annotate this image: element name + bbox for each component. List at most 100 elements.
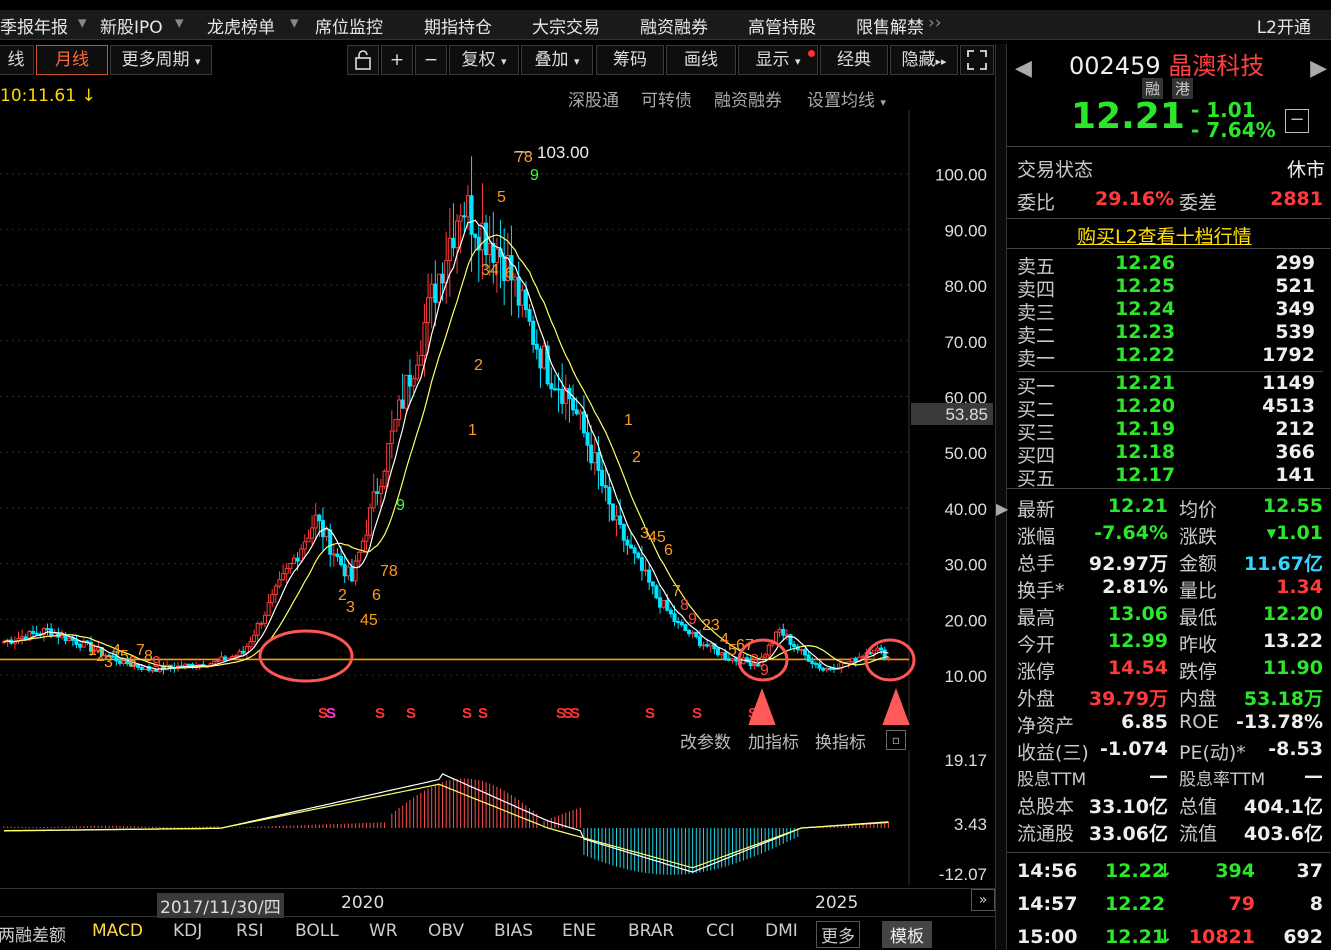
candle: [817, 661, 822, 672]
level-label: 买五: [1017, 468, 1056, 490]
candle: [415, 351, 420, 382]
stat-row: 今开 12.99 昨收 13.22: [1007, 630, 1331, 656]
candle: [563, 374, 568, 420]
zoom-in-button[interactable]: +: [381, 45, 413, 75]
candle: [534, 329, 539, 360]
menu-dragon-tiger[interactable]: 龙虎榜单: [207, 13, 275, 38]
tab-ene[interactable]: ENE: [562, 921, 596, 941]
macd-chart[interactable]: 19.17 3.43 -12.07: [0, 750, 1000, 885]
td-digit: 78: [380, 563, 398, 580]
candle: [9, 636, 14, 645]
stat-label: 涨跌: [1179, 526, 1218, 548]
menu-exec-holdings[interactable]: 高管持股: [748, 13, 816, 38]
tick-count: 692: [1283, 926, 1323, 948]
display-dropdown[interactable]: 显示 ▾: [738, 45, 818, 75]
cursor-date-label: 2017/11/30/四: [157, 893, 284, 918]
arrow-down-icon: ↓: [1157, 926, 1173, 948]
chips-button[interactable]: 筹码: [596, 45, 664, 75]
bid-level[interactable]: 买五 12.17 141: [1007, 464, 1331, 490]
menu-seat-monitor[interactable]: 席位监控: [315, 13, 383, 38]
stat-value: 33.06亿: [1088, 823, 1168, 845]
candle: [74, 634, 79, 649]
price-tick-label: 10.00: [944, 667, 987, 686]
panel-splitter[interactable]: ▶: [995, 44, 1008, 950]
menu-block-trade[interactable]: 大宗交易: [532, 13, 600, 38]
tab-cci[interactable]: CCI: [706, 921, 735, 941]
zoom-out-button[interactable]: −: [415, 45, 447, 75]
level-price: 12.24: [1115, 298, 1176, 320]
td-digit: 1: [468, 422, 477, 439]
candle: [647, 563, 652, 591]
tab-more[interactable]: 更多: [816, 921, 860, 948]
candle: [462, 201, 467, 233]
menu-unlock[interactable]: 限售解禁: [856, 13, 924, 38]
period-line-button[interactable]: 线: [0, 45, 34, 75]
td-digit: 9: [760, 662, 769, 679]
stat-label: 换手*: [1017, 580, 1065, 602]
chart-toolbar: 线 月线 更多周期 ▾ + − 复权 ▾ 叠加 ▾ 筹码 画线 显示 ▾ 经典 …: [0, 44, 1000, 78]
tab-kdj[interactable]: KDJ: [173, 921, 202, 941]
tab-macd[interactable]: MACD: [92, 921, 143, 941]
candles-group: [2, 156, 891, 675]
menu-margin[interactable]: 融资融券: [640, 13, 708, 38]
candle: [527, 303, 532, 327]
menu-quarterly[interactable]: 季报年报: [0, 13, 68, 38]
template-button[interactable]: 模板: [882, 921, 932, 948]
tab-dmi[interactable]: DMI: [765, 921, 798, 941]
tab-rsi[interactable]: RSI: [236, 921, 264, 941]
adjust-dropdown[interactable]: 复权 ▾: [449, 45, 519, 75]
prev-stock-arrow-icon[interactable]: ◀: [1015, 56, 1032, 81]
stat-value: 11.67亿: [1243, 553, 1323, 575]
candle: [879, 644, 884, 655]
buy-l2-link[interactable]: 购买L2查看十档行情: [1077, 222, 1252, 249]
hide-button[interactable]: 隐藏▸▸: [890, 45, 958, 75]
stat-label: 最高: [1017, 607, 1056, 629]
tick-row: 15:00 12.21 ↓ 10821 692: [1007, 926, 1331, 950]
tab-wr[interactable]: WR: [369, 921, 398, 941]
overlay-dropdown[interactable]: 叠加 ▾: [521, 45, 593, 75]
candle: [683, 623, 688, 632]
candle: [578, 408, 583, 430]
unlock-button[interactable]: [347, 45, 379, 75]
collapse-minus-button[interactable]: −: [1285, 109, 1309, 133]
link-shenzhen-connect[interactable]: 深股通: [568, 86, 619, 111]
ask-level[interactable]: 卖一 12.22 1792: [1007, 344, 1331, 370]
td-digit: 9: [688, 611, 697, 628]
stat-label: 内盘: [1179, 688, 1218, 710]
tab-brar[interactable]: BRAR: [628, 921, 674, 941]
candle: [687, 628, 692, 637]
candle: [444, 231, 449, 304]
level-volume: 4513: [1262, 395, 1315, 417]
menu-futures[interactable]: 期指持仓: [424, 13, 492, 38]
stat-label: 今开: [1017, 634, 1056, 656]
tab-boll[interactable]: BOLL: [295, 921, 339, 941]
menu-ipo[interactable]: 新股IPO: [100, 13, 163, 38]
tab-bias[interactable]: BIAS: [494, 921, 533, 941]
candle: [244, 643, 249, 659]
link-convertible[interactable]: 可转债: [641, 86, 692, 111]
candle: [179, 661, 184, 668]
draw-line-button[interactable]: 画线: [666, 45, 736, 75]
stat-value: -1.074: [1100, 738, 1168, 760]
caret-down-icon: ▾: [500, 55, 507, 68]
l2-open-link[interactable]: L2开通: [1257, 13, 1311, 38]
tab-margin-diff[interactable]: 两融差额: [0, 921, 66, 946]
scroll-right-button[interactable]: »: [971, 889, 995, 911]
period-month-button[interactable]: 月线: [36, 45, 108, 75]
link-margin[interactable]: 融资融券: [714, 86, 782, 111]
candle: [364, 519, 369, 551]
trade-state-row: 交易状态 休市: [1007, 155, 1331, 181]
classic-button[interactable]: 经典: [820, 45, 888, 75]
price-tick-label: 80.00: [944, 277, 987, 296]
more-period-dropdown[interactable]: 更多周期 ▾: [110, 45, 212, 75]
next-stock-arrow-icon[interactable]: ▶: [1310, 56, 1327, 81]
candlestick-chart[interactable]: 10.0020.0030.0040.0050.0060.0070.0080.00…: [0, 110, 1000, 725]
fullscreen-button[interactable]: [960, 45, 994, 75]
set-ma-dropdown[interactable]: 设置均线 ▾: [807, 86, 886, 111]
candle: [353, 554, 358, 586]
signal-mark: S: [478, 705, 488, 722]
price-tick-label: 30.00: [944, 556, 987, 575]
candle: [281, 564, 286, 581]
tab-obv[interactable]: OBV: [428, 921, 464, 941]
close-panel-icon[interactable]: ▫: [886, 730, 906, 750]
